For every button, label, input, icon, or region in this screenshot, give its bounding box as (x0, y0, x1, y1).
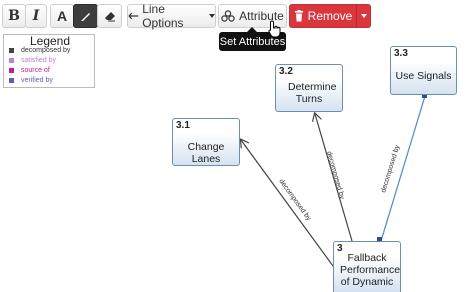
node-3-1[interactable]: 3.1 Change Lanes (172, 118, 240, 166)
edge-label: decomposed by (325, 151, 345, 201)
node-3-2[interactable]: 3.2 Determine Turns (275, 64, 343, 112)
node-title: Change Lanes (187, 141, 225, 165)
node-title: Use Signals (395, 70, 452, 82)
edge-label: decomposed by (277, 178, 312, 223)
node-id: 3.2 (279, 66, 293, 77)
node-id: 3.3 (394, 48, 408, 59)
node-3[interactable]: 3 Fallback Performance of Dynamic (333, 241, 401, 292)
node-3-3[interactable]: 3.3 Use Signals (390, 46, 457, 95)
node-title: Fallback Performance of Dynamic (340, 252, 401, 288)
node-id: 3.1 (176, 120, 190, 131)
node-title: Determine Turns (288, 81, 337, 105)
edge-line[interactable] (241, 140, 334, 267)
